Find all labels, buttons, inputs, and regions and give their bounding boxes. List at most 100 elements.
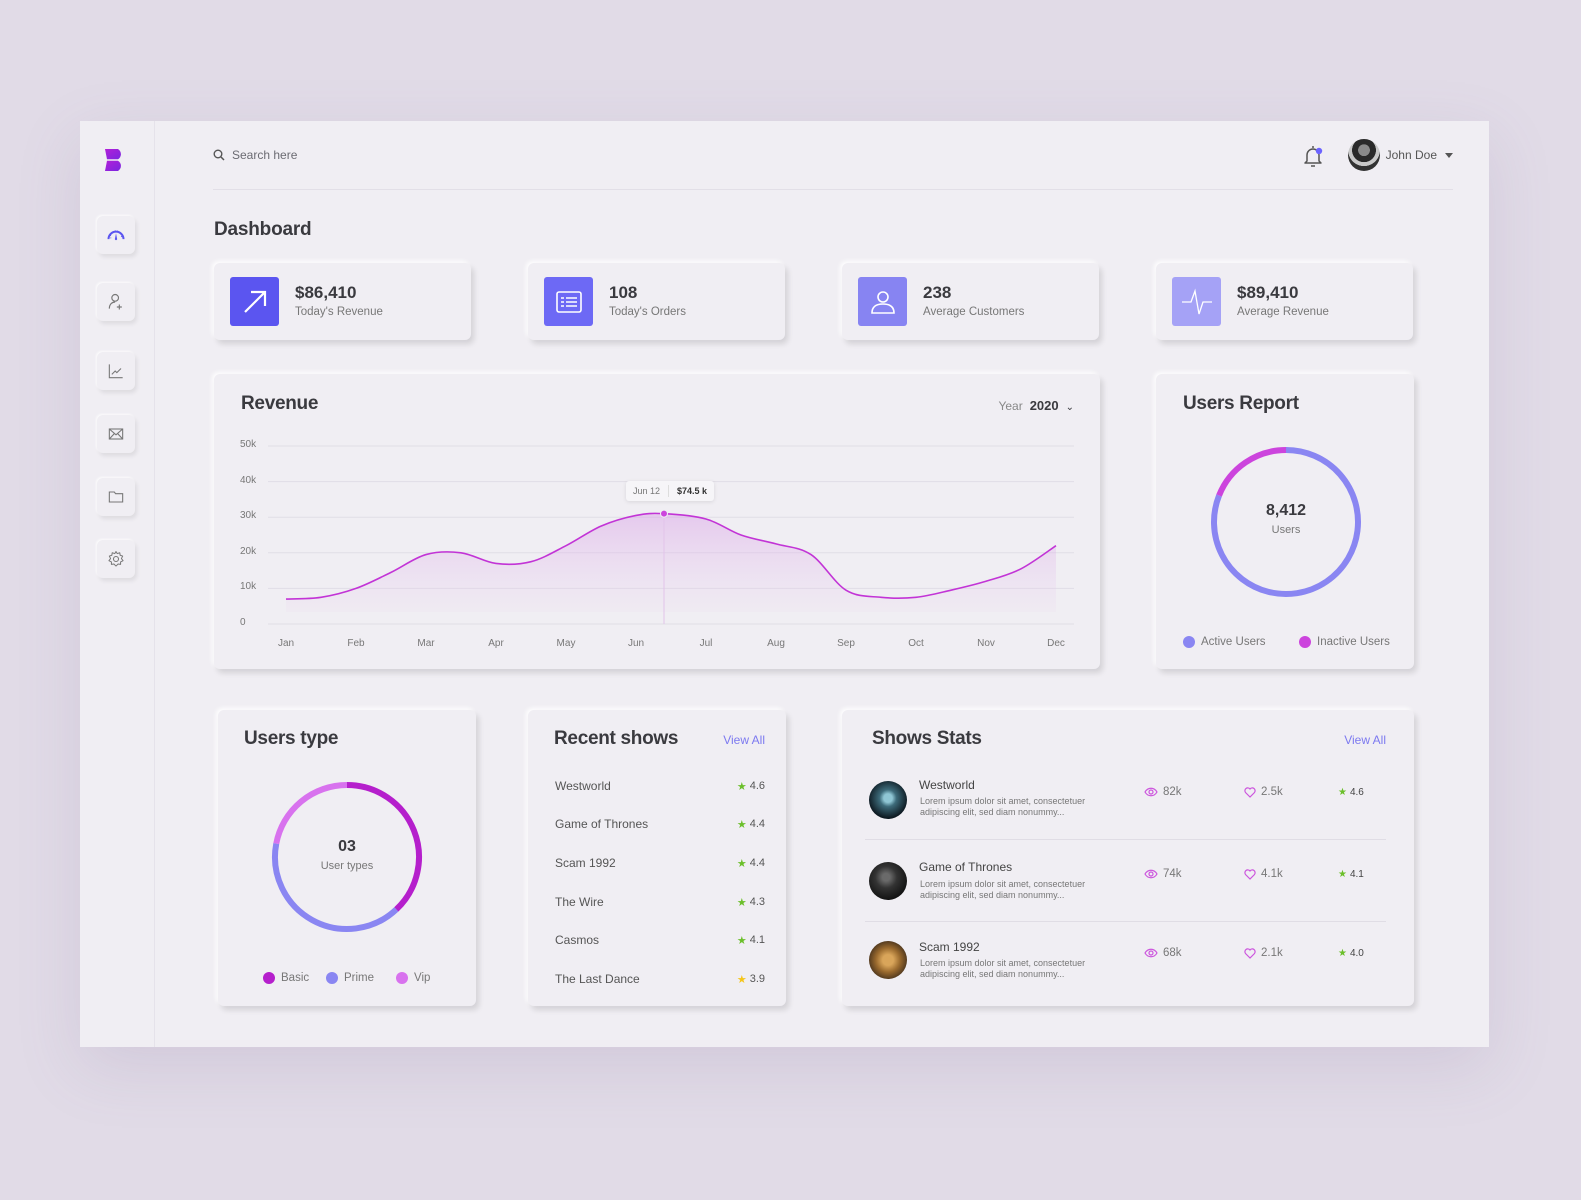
revenue-card: Revenue Year 2020 ⌄ 0 10k 20k 30k 40k 50k Jan F… xyxy=(214,374,1100,669)
x-tick-label: Sep xyxy=(837,638,855,649)
stat-value: $89,410 xyxy=(1237,283,1299,302)
legend-dot xyxy=(396,972,408,984)
stat-label: Today's Orders xyxy=(609,306,686,318)
rating-value: 4.1 xyxy=(1349,869,1364,880)
eye-icon xyxy=(1144,869,1158,879)
user-plus-icon xyxy=(108,293,122,310)
recent-shows-title: Recent shows xyxy=(554,728,679,749)
star-icon: ★ xyxy=(736,973,747,986)
table-row[interactable]: Scam 1992 Lorem ipsum dolor sit amet, co… xyxy=(865,921,1386,1003)
show-description: Lorem ipsum dolor sit amet, consectetuer… xyxy=(920,958,1086,979)
stat-value: 108 xyxy=(609,283,638,302)
search-input[interactable] xyxy=(232,148,432,162)
sidebar-item-add-user[interactable] xyxy=(97,283,135,321)
show-name: Westworld xyxy=(919,778,975,792)
heart-icon xyxy=(1244,868,1256,880)
user-menu[interactable]: John Doe xyxy=(1347,139,1453,171)
mail-icon xyxy=(108,428,124,440)
rating-metric: ★ 4.6 xyxy=(1338,787,1364,798)
rating-value: 4.6 xyxy=(749,780,765,792)
show-rating: ★ 4.3 xyxy=(737,895,765,909)
show-rating: ★ 4.4 xyxy=(737,856,765,870)
star-icon: ★ xyxy=(736,934,747,947)
y-tick-label: 30k xyxy=(240,510,257,522)
revenue-chart xyxy=(268,445,1074,625)
rating-metric: ★ 4.1 xyxy=(1338,869,1364,880)
users-report-card: Users Report 8,412 Users Active Users In… xyxy=(1156,374,1414,669)
logo-icon[interactable] xyxy=(104,148,128,172)
sidebar-item-dashboard[interactable] xyxy=(97,216,135,254)
list-item[interactable]: Game of Thrones ★ 4.4 xyxy=(555,817,765,831)
shows-stats-view-all-link[interactable]: View All xyxy=(1344,733,1386,747)
rating-value: 4.4 xyxy=(749,857,765,869)
user-types-label: User types xyxy=(320,860,374,872)
stat-card-average-customers: 238 Average Customers xyxy=(842,263,1099,340)
show-name: The Wire xyxy=(555,895,604,909)
table-row[interactable]: Game of Thrones Lorem ipsum dolor sit am… xyxy=(865,839,1386,921)
x-tick-label: Aug xyxy=(767,638,785,649)
stat-value: 238 xyxy=(923,283,952,302)
legend-vip: Vip xyxy=(396,972,430,984)
show-rating: ★ 4.4 xyxy=(737,817,765,831)
show-description: Lorem ipsum dolor sit amet, consectetuer… xyxy=(920,796,1086,817)
y-tick-label: 50k xyxy=(240,439,257,450)
tooltip-divider xyxy=(668,484,670,497)
avatar xyxy=(1347,139,1380,171)
x-tick-label: Nov xyxy=(977,638,995,649)
x-tick-label: Apr xyxy=(488,638,504,649)
sidebar-item-files[interactable] xyxy=(97,478,135,516)
stat-label: Average Revenue xyxy=(1237,306,1329,318)
star-icon: ★ xyxy=(1338,869,1347,880)
list-item[interactable]: Casmos ★ 4.1 xyxy=(555,933,765,947)
sidebar-item-settings[interactable] xyxy=(97,540,135,578)
views-metric: 82k xyxy=(1144,786,1182,798)
sidebar-item-analytics[interactable] xyxy=(97,352,135,390)
show-name: Scam 1992 xyxy=(919,940,980,954)
views-value: 68k xyxy=(1163,947,1182,959)
rating-value: 4.0 xyxy=(1349,948,1364,959)
rating-value: 4.6 xyxy=(1349,787,1364,798)
legend-label: Inactive Users xyxy=(1317,636,1390,648)
chart-tooltip: Jun 12 $74.5 k xyxy=(626,480,715,501)
x-tick-label: Dec xyxy=(1047,638,1065,649)
legend-label: Prime xyxy=(344,972,375,984)
sidebar-item-messages[interactable] xyxy=(97,415,135,453)
show-thumbnail xyxy=(869,941,907,979)
list-item[interactable]: Scam 1992 ★ 4.4 xyxy=(555,856,765,870)
rating-value: 4.1 xyxy=(749,934,765,946)
table-row[interactable]: Westworld Lorem ipsum dolor sit amet, co… xyxy=(865,757,1386,839)
page-title: Dashboard xyxy=(214,219,312,240)
x-tick-label: Jul xyxy=(699,638,713,649)
likes-value: 4.1k xyxy=(1261,868,1283,880)
stat-icon-box xyxy=(1172,277,1221,326)
y-tick-label: 10k xyxy=(240,581,257,593)
folder-icon xyxy=(108,491,124,503)
list-item[interactable]: The Last Dance ★ 3.9 xyxy=(555,972,765,986)
x-tick-label: Oct xyxy=(908,638,924,649)
stat-card-today-revenue: $86,410 Today's Revenue xyxy=(214,263,471,340)
list-item[interactable]: Westworld ★ 4.6 xyxy=(555,779,765,793)
user-icon xyxy=(870,290,895,314)
legend-label: Active Users xyxy=(1201,636,1266,648)
rating-value: 4.4 xyxy=(749,818,765,830)
notification-dot xyxy=(1315,147,1323,155)
line-chart-icon xyxy=(108,364,123,379)
show-name: Scam 1992 xyxy=(555,856,616,870)
legend-label: Vip xyxy=(414,972,431,984)
recent-shows-view-all-link[interactable]: View All xyxy=(723,733,765,747)
search-box[interactable] xyxy=(213,148,432,162)
notification-bell-icon[interactable] xyxy=(1301,143,1325,169)
star-icon: ★ xyxy=(1338,948,1347,959)
x-tick-label: Mar xyxy=(417,638,435,649)
search-icon xyxy=(213,149,225,161)
y-tick-label: 40k xyxy=(240,474,257,486)
arrow-up-right-icon xyxy=(243,290,266,313)
show-name: Game of Thrones xyxy=(919,860,1013,874)
gear-icon xyxy=(108,551,124,567)
list-item[interactable]: The Wire ★ 4.3 xyxy=(555,895,765,909)
stat-label: Average Customers xyxy=(923,306,1025,318)
list-icon xyxy=(555,290,582,313)
legend-label: Basic xyxy=(281,972,310,984)
x-tick-label: Jun xyxy=(627,638,645,649)
show-name: Casmos xyxy=(555,933,600,947)
